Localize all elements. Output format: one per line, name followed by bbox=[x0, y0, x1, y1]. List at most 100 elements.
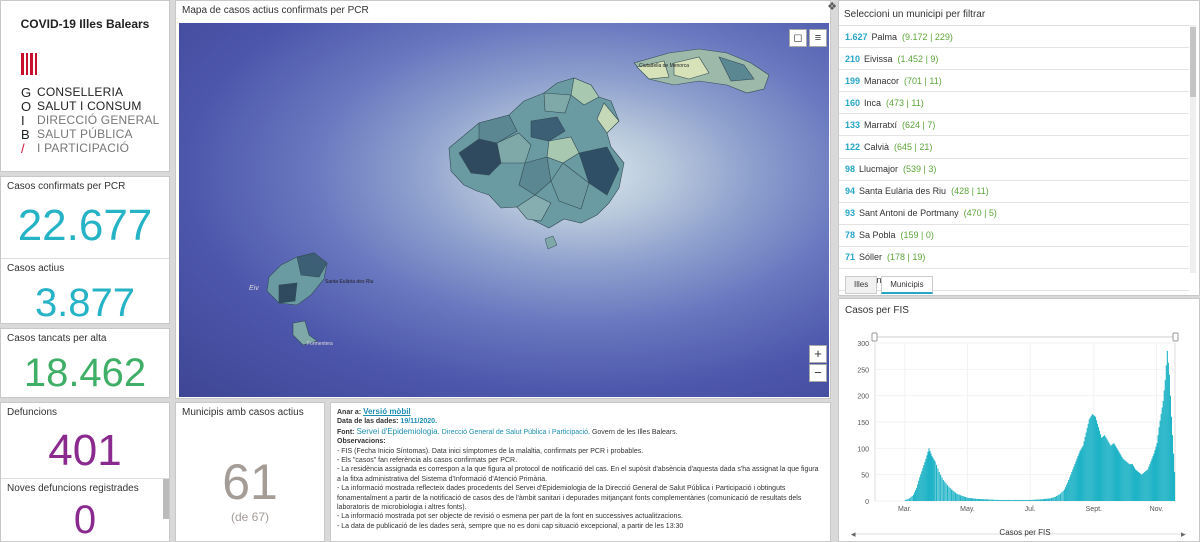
map-canvas[interactable]: Ciutadella de Menorca Santa Eulària des … bbox=[179, 23, 829, 397]
deaths-label: Defuncions bbox=[7, 407, 58, 418]
chart-bar bbox=[1064, 489, 1066, 501]
chart-bar bbox=[1079, 450, 1081, 501]
chart-bar bbox=[1114, 444, 1116, 501]
chart-bar bbox=[1027, 499, 1029, 501]
expand-icon[interactable]: ❖ bbox=[826, 1, 838, 13]
chevron-left-icon: ◂ bbox=[851, 529, 856, 539]
chart-bar bbox=[931, 456, 933, 501]
chart-bar bbox=[1017, 499, 1019, 501]
list-item[interactable]: 133 Marratxí (624 | 7) bbox=[839, 114, 1189, 137]
panel-scrollbar[interactable] bbox=[163, 479, 169, 519]
list-item-name: Manacor bbox=[864, 75, 900, 86]
chart-bar bbox=[1160, 414, 1162, 501]
mallorca-island[interactable] bbox=[448, 77, 625, 229]
chart-bar bbox=[1020, 499, 1022, 501]
chart-bar bbox=[1076, 458, 1078, 501]
chart-bar bbox=[986, 499, 989, 501]
chart-bar bbox=[1057, 495, 1059, 501]
closed-label: Casos tancats per alta bbox=[7, 333, 107, 344]
y-tick-label: 250 bbox=[857, 367, 869, 374]
chart-bar bbox=[1000, 499, 1002, 501]
chart-bar bbox=[915, 490, 917, 501]
chart-bar bbox=[970, 498, 973, 501]
bookmark-button[interactable]: ◻ bbox=[789, 29, 807, 47]
chart-bar bbox=[916, 487, 918, 501]
chart-bar bbox=[921, 471, 923, 501]
chart-bar bbox=[1001, 499, 1003, 501]
list-item[interactable]: 1.627 Palma (9.172 | 229) bbox=[839, 26, 1189, 49]
list-item-extra: (473 | 11) bbox=[886, 97, 924, 108]
list-item-extra: (701 | 11) bbox=[904, 75, 942, 86]
chart-bar bbox=[1054, 496, 1056, 501]
chart-bar bbox=[928, 448, 930, 501]
map-label-santa-eularia: Santa Eulària des Riu bbox=[325, 279, 374, 285]
chart-bar bbox=[1005, 499, 1007, 501]
chart-bar bbox=[946, 485, 949, 501]
chart-bar bbox=[1123, 459, 1125, 501]
chart-bar bbox=[1032, 499, 1034, 501]
eivissa-island[interactable] bbox=[266, 252, 328, 306]
chart-bar bbox=[926, 455, 928, 501]
logo-slash-icon: / bbox=[21, 140, 25, 156]
mobile-version-link[interactable]: Versió mòbil bbox=[363, 407, 411, 416]
chart-bar bbox=[1065, 487, 1067, 501]
new-deaths-label: Noves defuncions registrades bbox=[7, 483, 139, 494]
list-item[interactable]: 210 Eivissa (1.452 | 9) bbox=[839, 48, 1189, 71]
chart-bar bbox=[1008, 499, 1011, 501]
tab-illes[interactable]: Illes bbox=[845, 276, 878, 294]
list-scrollbar-thumb[interactable] bbox=[1190, 27, 1196, 97]
chart-bar bbox=[1122, 458, 1124, 501]
source-label: Font: bbox=[337, 428, 355, 436]
list-item[interactable]: 160 Inca (473 | 11) bbox=[839, 92, 1189, 115]
chart-bar bbox=[1047, 498, 1049, 501]
list-item[interactable]: 71 Sóller (178 | 19) bbox=[839, 247, 1189, 270]
chart-bar bbox=[985, 499, 987, 501]
list-item[interactable]: 98 Llucmajor (539 | 3) bbox=[839, 159, 1189, 181]
chart-bar bbox=[1096, 423, 1099, 501]
list-item-value: 199 bbox=[845, 75, 861, 86]
active-label: Casos actius bbox=[7, 263, 65, 274]
list-item-name: Calvià bbox=[864, 142, 890, 153]
list-item[interactable]: 78 Sa Pobla (159 | 0) bbox=[839, 225, 1189, 247]
cabrera-island[interactable] bbox=[544, 235, 558, 250]
chart-bar bbox=[1059, 493, 1062, 501]
chart-bar bbox=[1052, 497, 1054, 501]
chart-bar bbox=[1119, 453, 1121, 501]
source-service: Servei d'Epidemiologia. bbox=[356, 426, 440, 436]
y-tick-label: 300 bbox=[857, 341, 869, 348]
confirmed-label: Casos confirmats per PCR bbox=[7, 181, 126, 192]
list-scrollbar[interactable] bbox=[1190, 25, 1196, 273]
x-tick-label: Sept. bbox=[1086, 506, 1102, 513]
chart-bar bbox=[1011, 499, 1013, 501]
cases-chart: 0 50 100 150 200 250 300 Mar. May. Jul. Sept. Nov. ◂… bbox=[851, 332, 1187, 539]
chart-bar bbox=[951, 489, 953, 501]
chart-bar bbox=[1049, 498, 1051, 501]
menorca-island[interactable] bbox=[633, 48, 770, 94]
chart-bar bbox=[1102, 436, 1104, 501]
chart-bar bbox=[1069, 477, 1071, 501]
chart-bar bbox=[1118, 451, 1120, 501]
list-item[interactable]: 122 Calvià (645 | 21) bbox=[839, 136, 1189, 159]
chart-bar bbox=[1152, 456, 1154, 501]
list-item-value: 122 bbox=[845, 142, 861, 153]
chart-bar bbox=[1173, 472, 1176, 501]
map-label-eivissa: Eiv bbox=[249, 285, 259, 292]
deaths-panel: Defuncions 401 Noves defuncions registra… bbox=[0, 402, 170, 542]
chart-bar bbox=[988, 499, 990, 501]
chart-bar bbox=[1112, 443, 1114, 501]
zoom-in-button[interactable]: + bbox=[809, 345, 827, 363]
chart-bar bbox=[1021, 499, 1024, 501]
zoom-out-button[interactable]: − bbox=[809, 364, 827, 382]
chart-bar bbox=[1140, 473, 1142, 501]
tab-municipis[interactable]: Municipis bbox=[881, 276, 933, 294]
list-item[interactable]: 93 Sant Antoni de Portmany (470 | 5) bbox=[839, 203, 1189, 225]
list-item-extra: (645 | 21) bbox=[894, 142, 933, 153]
chart-bar bbox=[1061, 492, 1063, 501]
chart-bar bbox=[977, 498, 979, 501]
chart-bar bbox=[911, 495, 913, 501]
list-item[interactable]: 199 Manacor (701 | 11) bbox=[839, 70, 1189, 93]
layers-list-button[interactable]: ≡ bbox=[809, 29, 827, 47]
chart-bar bbox=[935, 465, 938, 501]
chart-bar bbox=[1087, 423, 1089, 501]
list-item[interactable]: 94 Santa Eulària des Riu (428 | 11) bbox=[839, 181, 1189, 203]
